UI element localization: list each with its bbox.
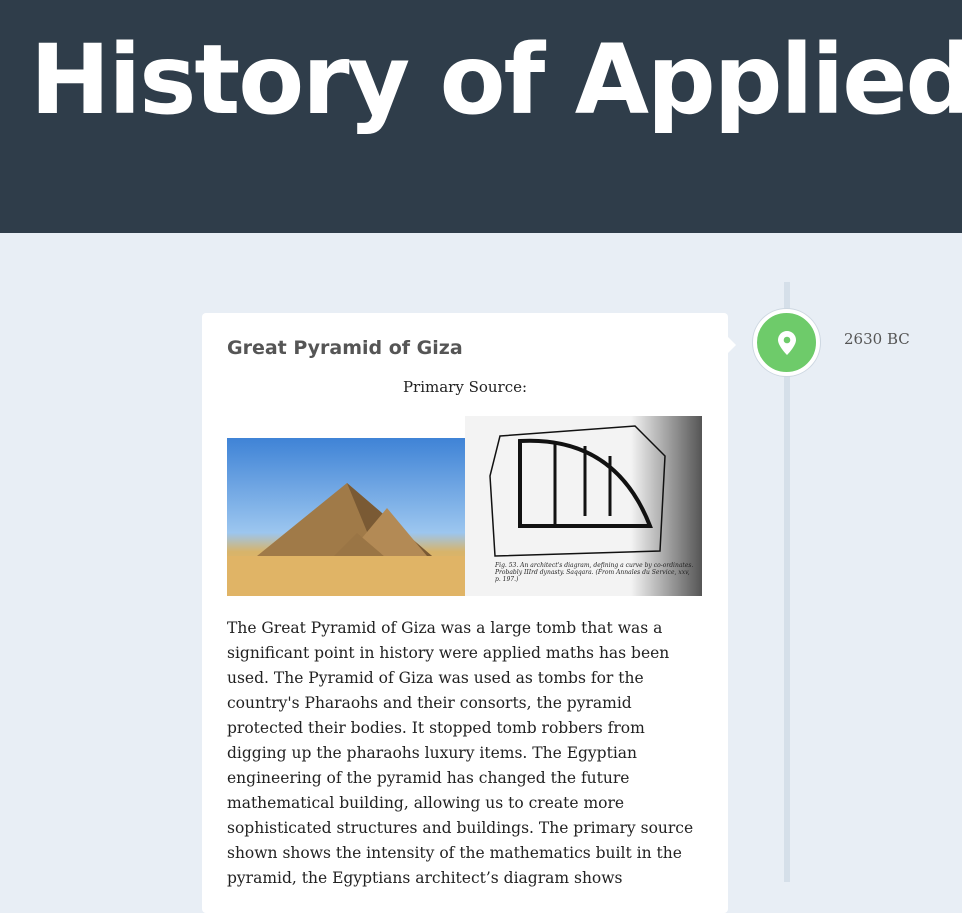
map-pin-icon xyxy=(777,330,796,355)
architect-diagram-image: Fig. 53. An architect's diagram, definin… xyxy=(465,416,702,596)
event-title: Great Pyramid of Giza xyxy=(227,337,463,359)
figure-caption: Fig. 53. An architect's diagram, definin… xyxy=(495,562,694,584)
page-title: History of Applied Maths xyxy=(30,24,962,136)
pyramid-photo xyxy=(227,438,465,596)
event-description: The Great Pyramid of Giza was a large to… xyxy=(227,619,694,887)
page-header: History of Applied Maths xyxy=(0,0,962,233)
timeline-card: Great Pyramid of Giza Primary Source: Fi… xyxy=(202,313,736,913)
timeline-marker[interactable] xyxy=(753,309,820,376)
event-date: 2630 BC xyxy=(844,330,910,348)
primary-source-label: Primary Source: xyxy=(402,378,528,396)
